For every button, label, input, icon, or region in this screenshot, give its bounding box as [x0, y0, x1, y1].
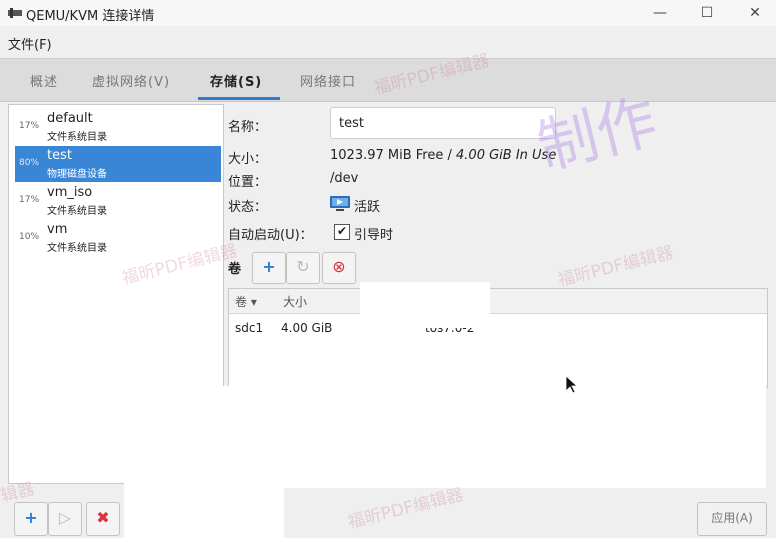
- obscured-area: [360, 282, 490, 328]
- volume-size[interactable]: 4.00 GiB: [281, 321, 332, 335]
- tab-overview[interactable]: 概述: [30, 71, 58, 90]
- pool-usage: 17%: [19, 195, 40, 205]
- autostart-label: 自动启动(U)：: [228, 228, 313, 243]
- close-button[interactable]: ✕: [742, 3, 768, 23]
- maximize-button[interactable]: ☐: [694, 3, 720, 23]
- tab-storage[interactable]: 存储(S): [210, 71, 262, 90]
- state-value: 活跃: [354, 200, 381, 215]
- pool-item[interactable]: 17% vm_iso 文件系统目录: [15, 183, 221, 219]
- apply-button[interactable]: 应用(A): [697, 502, 767, 536]
- pool-type: 文件系统目录: [47, 243, 107, 254]
- tab-virtual-networks[interactable]: 虚拟网络(V): [92, 71, 170, 90]
- name-input[interactable]: [330, 107, 556, 139]
- window-title: QEMU/KVM 连接详情: [26, 9, 155, 24]
- title-bar: QEMU/KVM 连接详情 — ☐ ✕: [0, 0, 776, 26]
- autostart-value: 引导时: [354, 228, 394, 243]
- add-volume-button[interactable]: +: [252, 252, 286, 284]
- obscured-area: [230, 386, 766, 488]
- pool-item-selected[interactable]: 80% test 物理磁盘设备: [15, 146, 221, 182]
- mouse-cursor-icon: [566, 376, 578, 394]
- autostart-checkbox[interactable]: ✔: [334, 224, 350, 240]
- size-label: 大小：: [228, 152, 268, 167]
- pool-name: vm_iso: [47, 185, 93, 200]
- pool-type: 文件系统目录: [47, 206, 107, 217]
- column-volume[interactable]: 卷 ▾: [235, 293, 257, 310]
- add-pool-button[interactable]: +: [14, 502, 48, 536]
- pool-type: 物理磁盘设备: [47, 169, 107, 180]
- pool-item[interactable]: 17% default 文件系统目录: [15, 109, 221, 145]
- state-label: 状态：: [228, 200, 268, 215]
- menu-bar: 文件(F): [0, 30, 776, 53]
- name-label: 名称：: [228, 120, 268, 135]
- pool-name: test: [47, 148, 72, 163]
- pool-name: vm: [47, 222, 68, 237]
- size-free: 1023.97 MiB Free /: [330, 148, 457, 163]
- volume-table: 卷 ▾ 大小 sdc1 4.00 GiB tos7.0-2: [228, 288, 768, 388]
- location-label: 位置：: [228, 175, 268, 190]
- tab-network-interfaces[interactable]: 网络接口: [300, 71, 356, 90]
- pool-type: 文件系统目录: [47, 132, 107, 143]
- monitor-active-icon: [330, 196, 350, 211]
- delete-volume-button[interactable]: ⊗: [322, 252, 356, 284]
- volume-table-header: 卷 ▾ 大小: [229, 289, 767, 314]
- pool-usage: 80%: [19, 158, 40, 168]
- watermark-text: 福昕PDF编辑器: [555, 242, 676, 291]
- watermark-text: 福昕PDF编辑器: [345, 484, 466, 533]
- delete-pool-button[interactable]: ✖: [86, 502, 120, 536]
- size-value: 1023.97 MiB Free / 4.00 GiB In Use: [330, 148, 556, 163]
- menu-file[interactable]: 文件(F): [8, 34, 52, 53]
- refresh-volume-button[interactable]: ↻: [286, 252, 320, 284]
- obscured-area: [124, 386, 284, 538]
- column-size[interactable]: 大小: [283, 293, 307, 310]
- minimize-button[interactable]: —: [647, 3, 673, 23]
- location-value: /dev: [330, 171, 359, 186]
- pool-usage: 17%: [19, 121, 40, 131]
- app-icon: [8, 8, 22, 18]
- pool-usage: 10%: [19, 232, 40, 242]
- volume-name[interactable]: sdc1: [235, 321, 263, 335]
- pool-name: default: [47, 111, 93, 126]
- active-tab-indicator: [198, 97, 280, 100]
- start-pool-button[interactable]: ▷: [48, 502, 82, 536]
